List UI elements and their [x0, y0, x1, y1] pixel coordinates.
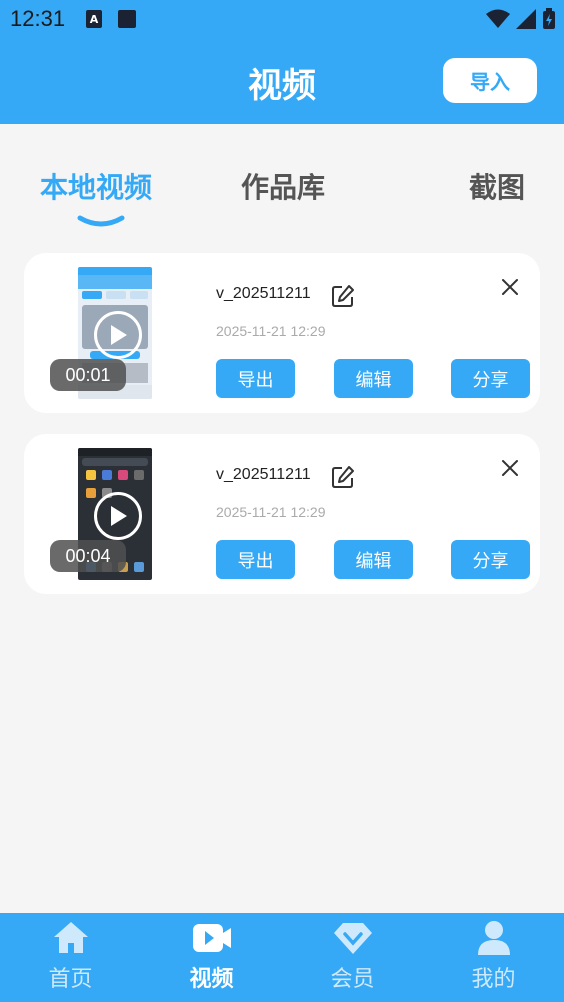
- vip-diamond-icon: [333, 923, 372, 954]
- duration-badge: 00:04: [50, 540, 126, 572]
- top-bar: 12:31 A 视频 导入: [0, 0, 564, 124]
- import-button[interactable]: 导入: [443, 58, 537, 103]
- rename-icon[interactable]: [330, 464, 356, 490]
- video-card: 00:04 v_202511211 2025-11-21 12:29 导出 编辑…: [24, 434, 540, 594]
- tab-active-indicator: [77, 215, 125, 227]
- nav-item-video[interactable]: 视频: [141, 913, 282, 1002]
- video-date: 2025-11-21 12:29: [216, 504, 326, 520]
- play-icon[interactable]: [94, 492, 142, 540]
- close-icon[interactable]: [498, 275, 522, 299]
- nav-label: 我的: [471, 967, 516, 992]
- rename-icon[interactable]: [330, 283, 356, 309]
- notification-a-icon: A: [86, 10, 102, 28]
- battery-icon: [543, 8, 555, 29]
- wifi-icon: [486, 9, 510, 28]
- user-icon: [477, 921, 510, 955]
- video-card: 00:01 v_202511211 2025-11-21 12:29 导出 编辑…: [24, 253, 540, 413]
- nav-label: 首页: [48, 967, 93, 992]
- edit-button[interactable]: 编辑: [334, 540, 413, 579]
- notification-square-icon: [118, 10, 136, 28]
- edit-button[interactable]: 编辑: [334, 359, 413, 398]
- video-date: 2025-11-21 12:29: [216, 323, 326, 339]
- share-button[interactable]: 分享: [451, 540, 530, 579]
- duration-badge: 00:01: [50, 359, 126, 391]
- bottom-nav: 首页 视频 会员 我的: [0, 913, 564, 1002]
- status-icons: [486, 8, 556, 30]
- video-icon: [192, 924, 231, 952]
- share-button[interactable]: 分享: [451, 359, 530, 398]
- video-filename: v_202511211: [216, 285, 311, 302]
- play-icon[interactable]: [94, 311, 142, 359]
- export-button[interactable]: 导出: [216, 540, 295, 579]
- signal-icon: [516, 9, 536, 29]
- export-button[interactable]: 导出: [216, 359, 295, 398]
- tab-local-videos[interactable]: 本地视频: [40, 166, 152, 206]
- tab-works-library[interactable]: 作品库: [241, 166, 325, 206]
- nav-label: 会员: [330, 967, 375, 992]
- nav-item-home[interactable]: 首页: [0, 913, 141, 1002]
- home-icon: [53, 922, 88, 953]
- nav-label: 视频: [189, 967, 234, 992]
- close-icon[interactable]: [498, 456, 522, 480]
- video-filename: v_202511211: [216, 466, 311, 483]
- nav-item-vip[interactable]: 会员: [282, 913, 423, 1002]
- tab-screenshots[interactable]: 截图: [469, 166, 525, 206]
- status-time: 12:31: [10, 6, 66, 31]
- nav-item-profile[interactable]: 我的: [423, 913, 564, 1002]
